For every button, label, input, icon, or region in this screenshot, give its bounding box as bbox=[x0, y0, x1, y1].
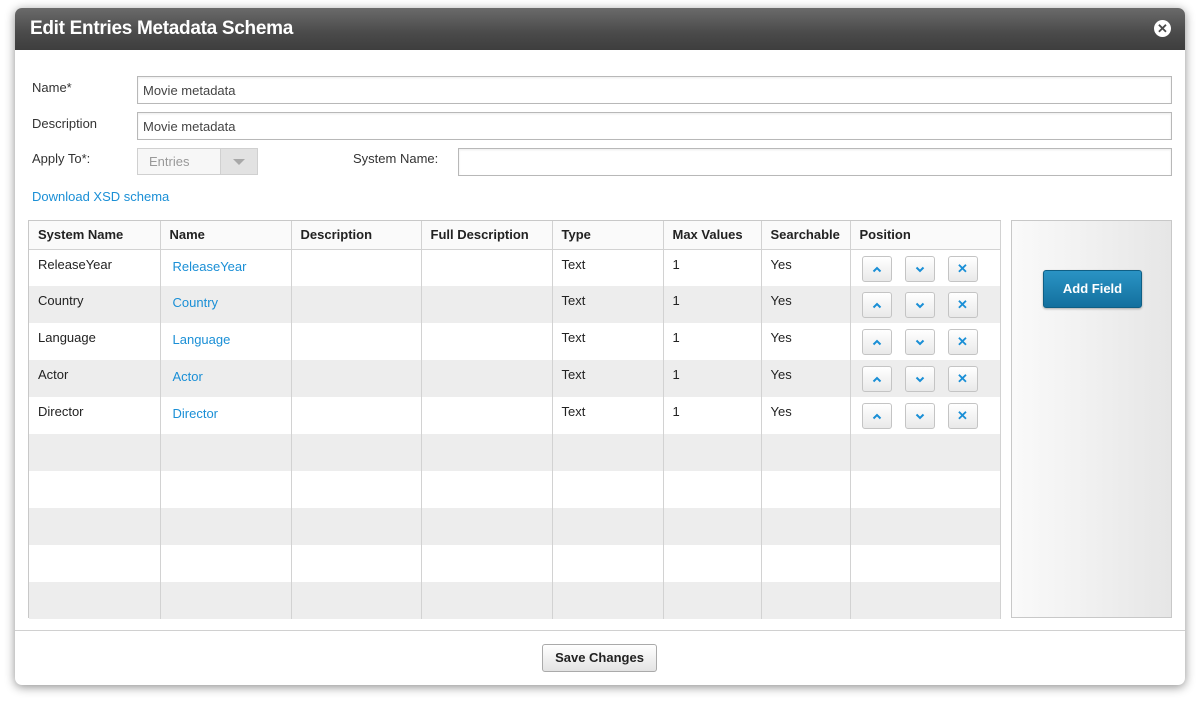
description-label: Description bbox=[32, 116, 98, 131]
col-name[interactable]: Name bbox=[160, 221, 292, 250]
col-searchable[interactable]: Searchable bbox=[761, 221, 851, 250]
cell-searchable: Yes bbox=[761, 286, 851, 323]
system-name-field[interactable] bbox=[458, 148, 1172, 176]
delete-icon[interactable]: ✕ bbox=[947, 255, 978, 282]
system-name-label: System Name: bbox=[353, 151, 439, 166]
cell-type: Text bbox=[552, 286, 664, 323]
apply-to-label: Apply To*: bbox=[32, 151, 91, 166]
empty-row bbox=[29, 508, 1001, 545]
cell-description bbox=[291, 360, 422, 397]
cell-name-link[interactable]: ReleaseYear bbox=[160, 249, 292, 286]
chevron-up-icon[interactable] bbox=[861, 292, 892, 318]
cell-name-link[interactable]: Language bbox=[160, 323, 292, 360]
side-panel: Add Field bbox=[1011, 220, 1172, 618]
cell-description bbox=[291, 249, 422, 286]
table-row[interactable]: Director Director Text 1 Yes ✕ bbox=[29, 397, 1001, 434]
table-row[interactable]: Country Country Text 1 Yes ✕ bbox=[29, 286, 1001, 323]
col-system-name[interactable]: System Name bbox=[29, 221, 161, 250]
col-position[interactable]: Position bbox=[850, 221, 1001, 250]
cell-position: ✕ bbox=[850, 323, 1001, 360]
chevron-up-icon[interactable] bbox=[861, 255, 892, 282]
cell-position: ✕ bbox=[850, 249, 1001, 286]
cell-name-link[interactable]: Actor bbox=[160, 360, 292, 397]
col-type[interactable]: Type bbox=[552, 221, 664, 250]
apply-to-select[interactable]: Entries bbox=[137, 148, 258, 175]
cell-max-values: 1 bbox=[663, 249, 762, 286]
cell-searchable: Yes bbox=[761, 397, 851, 434]
chevron-down-icon[interactable] bbox=[904, 292, 935, 318]
empty-row bbox=[29, 545, 1001, 582]
cell-system-name: Language bbox=[29, 323, 161, 360]
delete-icon[interactable]: ✕ bbox=[947, 403, 978, 429]
cell-type: Text bbox=[552, 249, 664, 286]
table-row[interactable]: Language Language Text 1 Yes ✕ bbox=[29, 323, 1001, 360]
name-field[interactable] bbox=[137, 76, 1172, 104]
cell-type: Text bbox=[552, 360, 664, 397]
table-header: System Name Name Description Full Descri… bbox=[29, 221, 1001, 250]
empty-row bbox=[29, 471, 1001, 508]
cell-full-description bbox=[421, 286, 553, 323]
cell-system-name: Actor bbox=[29, 360, 161, 397]
col-full-description[interactable]: Full Description bbox=[421, 221, 553, 250]
table-row[interactable]: ReleaseYear ReleaseYear Text 1 Yes ✕ bbox=[29, 249, 1001, 286]
cell-max-values: 1 bbox=[663, 397, 762, 434]
cell-full-description bbox=[421, 323, 553, 360]
edit-schema-dialog: Edit Entries Metadata Schema ✕ Name* Des… bbox=[15, 8, 1185, 685]
cell-full-description bbox=[421, 397, 553, 434]
empty-row bbox=[29, 434, 1001, 471]
apply-to-value: Entries bbox=[149, 154, 190, 169]
download-xsd-link[interactable]: Download XSD schema bbox=[32, 189, 169, 204]
cell-system-name: Country bbox=[29, 286, 161, 323]
chevron-up-icon[interactable] bbox=[861, 366, 892, 392]
chevron-up-icon[interactable] bbox=[861, 403, 892, 429]
chevron-up-icon[interactable] bbox=[861, 329, 892, 355]
cell-position: ✕ bbox=[850, 360, 1001, 397]
col-max-values[interactable]: Max Values bbox=[663, 221, 762, 250]
dialog-title: Edit Entries Metadata Schema bbox=[15, 8, 1185, 50]
cell-position: ✕ bbox=[850, 397, 1001, 434]
chevron-down-icon[interactable] bbox=[904, 403, 935, 429]
delete-icon[interactable]: ✕ bbox=[947, 366, 978, 392]
cell-max-values: 1 bbox=[663, 286, 762, 323]
cell-name-link[interactable]: Country bbox=[160, 286, 292, 323]
chevron-down-icon[interactable] bbox=[220, 149, 257, 174]
cell-searchable: Yes bbox=[761, 323, 851, 360]
cell-description bbox=[291, 323, 422, 360]
cell-full-description bbox=[421, 360, 553, 397]
chevron-down-icon[interactable] bbox=[904, 255, 935, 282]
name-label: Name* bbox=[32, 80, 72, 95]
col-description[interactable]: Description bbox=[291, 221, 422, 250]
cell-position: ✕ bbox=[850, 286, 1001, 323]
cell-system-name: ReleaseYear bbox=[29, 249, 161, 286]
cell-type: Text bbox=[552, 397, 664, 434]
cell-system-name: Director bbox=[29, 397, 161, 434]
cell-type: Text bbox=[552, 323, 664, 360]
cell-full-description bbox=[421, 249, 553, 286]
table-row[interactable]: Actor Actor Text 1 Yes ✕ bbox=[29, 360, 1001, 397]
empty-row bbox=[29, 582, 1001, 619]
cell-max-values: 1 bbox=[663, 360, 762, 397]
chevron-down-icon[interactable] bbox=[904, 329, 935, 355]
cell-searchable: Yes bbox=[761, 360, 851, 397]
delete-icon[interactable]: ✕ bbox=[947, 292, 978, 318]
footer-divider bbox=[15, 630, 1185, 631]
add-field-button[interactable]: Add Field bbox=[1043, 270, 1142, 308]
cell-description bbox=[291, 397, 422, 434]
close-icon[interactable]: ✕ bbox=[1154, 20, 1171, 37]
description-field[interactable] bbox=[137, 112, 1172, 140]
save-changes-button[interactable]: Save Changes bbox=[542, 644, 657, 672]
cell-searchable: Yes bbox=[761, 249, 851, 286]
cell-description bbox=[291, 286, 422, 323]
delete-icon[interactable]: ✕ bbox=[947, 329, 978, 355]
cell-name-link[interactable]: Director bbox=[160, 397, 292, 434]
cell-max-values: 1 bbox=[663, 323, 762, 360]
fields-table: System Name Name Description Full Descri… bbox=[28, 220, 1001, 619]
chevron-down-icon[interactable] bbox=[904, 366, 935, 392]
